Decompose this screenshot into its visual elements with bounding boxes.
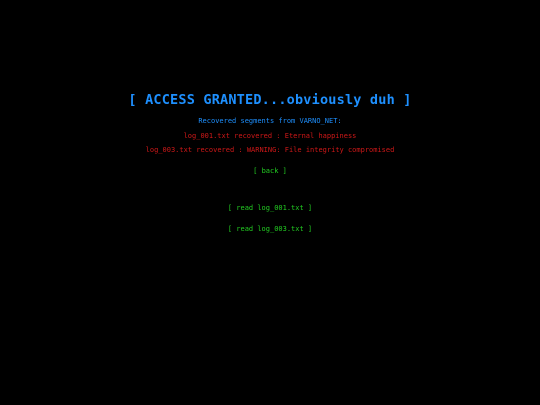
page-title: [ ACCESS GRANTED...obviously duh ] [128,92,412,108]
terminal-screen: [ ACCESS GRANTED...obviously duh ] Recov… [0,0,540,405]
recovered-segments-heading: Recovered segments from VARNO_NET: [198,117,342,125]
log-line-001: log_001.txt recovered : Eternal happines… [183,132,357,140]
log-line-003: log_003.txt recovered : WARNING: File in… [145,146,395,154]
read-log-001-link[interactable]: [ read log_001.txt ] [0,204,540,212]
read-log-003-link[interactable]: [ read log_003.txt ] [0,225,540,233]
back-link[interactable]: [ back ] [0,167,540,175]
